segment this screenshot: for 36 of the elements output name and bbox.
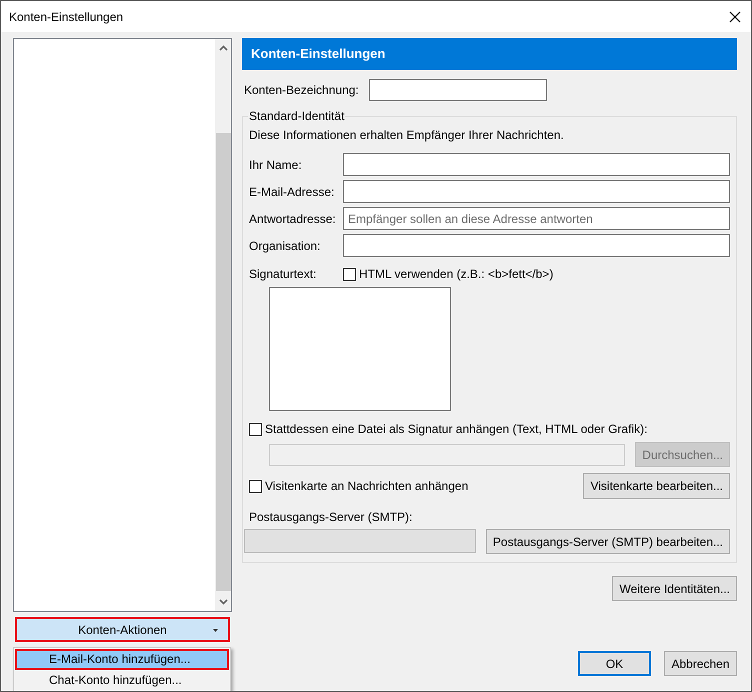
scroll-down-icon[interactable] <box>218 599 228 605</box>
field-label: Konten-Bezeichnung: <box>244 83 359 97</box>
description-text: Diese Informationen erhalten Empfänger Ihrer Nachrichten. <box>249 128 565 142</box>
checkbox[interactable] <box>249 422 262 436</box>
field-label: Ihr Name: <box>249 158 303 172</box>
account-actions-button[interactable]: Konten-Aktionen <box>15 617 230 642</box>
menu-item[interactable]: E-Mail-Konto hinzufügen... <box>15 649 229 670</box>
field-label: Antwortadresse: <box>249 212 337 226</box>
input-field[interactable] <box>343 234 730 257</box>
cancel-button[interactable]: Abbrechen <box>664 651 737 676</box>
field-label: Signaturtext: <box>249 267 318 281</box>
signature-text-area[interactable] <box>269 287 451 411</box>
field-label: Organisation: <box>249 238 322 252</box>
input-field[interactable]: Empfänger sollen an diese Adresse antworten <box>343 207 730 230</box>
input-field[interactable] <box>343 153 730 176</box>
checkbox[interactable] <box>343 268 356 280</box>
input-field[interactable] <box>343 180 730 203</box>
checkbox[interactable] <box>249 480 262 492</box>
field-label: E-Mail-Adresse: <box>249 184 336 198</box>
ok-button[interactable]: OK <box>578 651 651 676</box>
group-title: Standard-Identität <box>248 109 346 123</box>
scrollbar[interactable] <box>215 39 231 611</box>
scrollbar-thumb[interactable] <box>216 133 230 591</box>
caret-icon <box>213 629 218 632</box>
checkbox-label[interactable]: HTML verwenden (z.B.: <b>fett</b>) <box>359 267 554 281</box>
checkbox-label[interactable]: Visitenkarte an Nachrichten anhängen <box>265 479 468 493</box>
input-field[interactable] <box>368 79 547 101</box>
close-icon[interactable] <box>729 10 741 22</box>
checkbox-label[interactable]: Stattdessen eine Datei als Signatur anhängen (Text, HTML oder Grafik): <box>265 422 648 436</box>
more-identities-button[interactable]: Weitere Identitäten... <box>612 576 737 601</box>
menu-item[interactable]: Chat-Konto hinzufügen... <box>15 670 229 691</box>
scroll-up-icon[interactable] <box>218 45 228 51</box>
edit-vcard-button[interactable]: Visitenkarte bearbeiten... <box>583 473 730 499</box>
panel-header: Konten-Einstellungen <box>242 38 737 70</box>
field-label: Postausgangs-Server (SMTP): <box>249 510 414 524</box>
window-title: Konten-Einstellungen <box>9 10 124 24</box>
